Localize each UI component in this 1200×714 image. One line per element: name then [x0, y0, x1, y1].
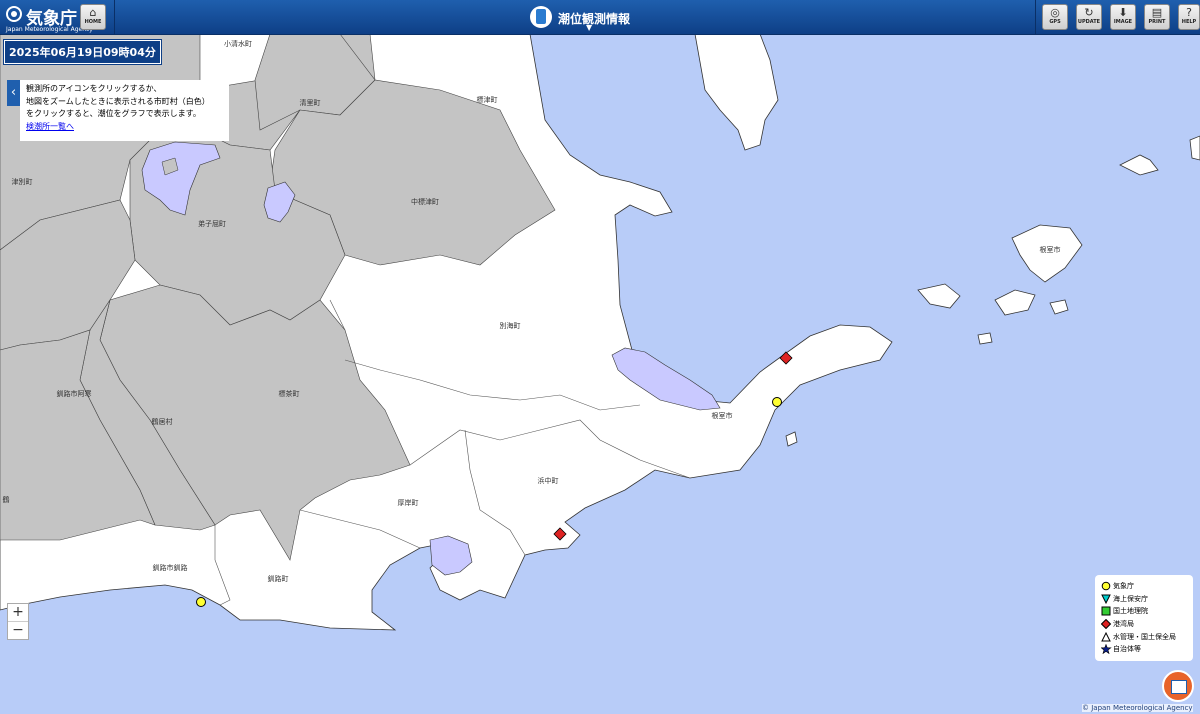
print-icon: ▤ [1151, 6, 1163, 19]
collapse-panel-button[interactable]: ‹ [7, 80, 20, 106]
jma-emblem-icon [6, 6, 22, 22]
label-hamanaka: 浜中町 [538, 476, 559, 485]
help-icon: ? [1186, 6, 1192, 19]
circle-icon [1101, 581, 1111, 591]
legend-item: 気象庁 [1101, 580, 1187, 593]
legend-item: 国土地理院 [1101, 605, 1187, 618]
gps-button[interactable]: ◎ GPS [1042, 4, 1068, 30]
label-kiyosato: 清里町 [300, 98, 321, 107]
image-button[interactable]: ⬇ IMAGE [1110, 4, 1136, 30]
station-list-link[interactable]: 検潮所一覧へ [26, 122, 74, 131]
header-divider [114, 0, 115, 34]
chevron-left-icon: ‹ [10, 85, 17, 100]
label-teshikaga: 弟子屈町 [198, 219, 226, 228]
marker-jma-kushiro[interactable] [196, 597, 206, 607]
chevron-down-icon: ▼ [586, 23, 593, 32]
label-shibetsu: 標津町 [477, 95, 498, 104]
home-icon: ⌂ [89, 6, 97, 19]
update-button[interactable]: ↻ UPDATE [1076, 4, 1102, 30]
app-header: 気象庁 Japan Meteorological Agency ⌂ HOME 潮… [0, 0, 1200, 35]
gps-icon: ◎ [1050, 6, 1060, 19]
info-panel: 観測所のアイコンをクリックするか、 地図をズームしたときに表示される市町村（白色… [20, 80, 229, 141]
image-button-label: IMAGE [1113, 19, 1133, 25]
book-icon [1171, 680, 1187, 694]
legend-label: 自治体等 [1113, 645, 1141, 654]
label-nakashibetsu: 中標津町 [411, 197, 439, 206]
tide-icon [530, 6, 552, 28]
diamond-icon [1101, 619, 1112, 630]
marker-jma-hanasaki[interactable] [772, 397, 782, 407]
square-icon [1101, 606, 1111, 616]
legend-label: 水管理・国土保全局 [1113, 632, 1176, 641]
copyright: © Japan Meteorological Agency [1082, 704, 1193, 712]
print-button[interactable]: ▤ PRINT [1144, 4, 1170, 30]
print-button-label: PRINT [1148, 19, 1166, 25]
label-kushiro-town: 釧路町 [268, 574, 289, 583]
label-koshimizu: 小清水町 [224, 39, 252, 48]
legend-item: 自治体等 [1101, 643, 1187, 656]
star-icon [1101, 644, 1112, 655]
help-button-label: HELP [1181, 19, 1197, 25]
label-kushiro-city: 釧路市釧路 [153, 563, 188, 572]
home-button-label: HOME [84, 19, 102, 25]
header-divider [1035, 0, 1036, 34]
legend-label: 国土地理院 [1113, 607, 1148, 616]
zoom-in-button[interactable]: + [8, 604, 28, 621]
label-nemuro-island: 根室市 [1040, 245, 1061, 254]
download-icon: ⬇ [1118, 6, 1128, 19]
triangle-up-icon [1101, 631, 1111, 642]
label-tsubetsu: 津別町 [12, 177, 33, 186]
legend-item: 港湾局 [1101, 618, 1187, 631]
update-button-label: UPDATE [1077, 19, 1101, 25]
label-akkeshi: 厚岸町 [398, 499, 419, 507]
gps-button-label: GPS [1049, 19, 1061, 25]
info-line-1: 観測所のアイコンをクリックするか、 [26, 84, 162, 93]
help-button[interactable]: ? HELP [1178, 4, 1200, 30]
zoom-control: + − [7, 603, 29, 640]
label-edge: 鶴 [3, 495, 10, 504]
observation-datetime: 2025年06月19日09時04分 [4, 40, 161, 64]
label-kushiro-akan: 釧路市阿寒 [57, 389, 92, 398]
legend-toggle-button[interactable] [1162, 670, 1194, 702]
triangle-down-icon [1101, 594, 1111, 604]
legend-label: 港湾局 [1113, 620, 1134, 629]
label-tsurui: 鶴居村 [152, 417, 173, 426]
label-betsukai: 別海町 [500, 321, 521, 330]
info-line-2: 地図をズームしたときに表示される市町村（白色） [26, 96, 210, 106]
legend-label: 海上保安庁 [1113, 594, 1148, 603]
label-nemuro: 根室市 [712, 411, 733, 420]
label-shibecha: 標茶町 [279, 389, 300, 398]
legend-item: 水管理・国土保全局 [1101, 630, 1187, 643]
legend-label: 気象庁 [1113, 582, 1134, 591]
info-line-3: をクリックすると、潮位をグラフで表示します。 [26, 109, 201, 118]
legend-item: 海上保安庁 [1101, 593, 1187, 606]
map-legend: 気象庁 海上保安庁 国土地理院 港湾局 水管理・国土保全局 自治体等 [1095, 575, 1193, 661]
update-icon: ↻ [1084, 6, 1094, 19]
zoom-out-button[interactable]: − [8, 621, 28, 639]
page-title: 潮位観測情報 [558, 12, 631, 26]
home-button[interactable]: ⌂ HOME [80, 4, 106, 30]
